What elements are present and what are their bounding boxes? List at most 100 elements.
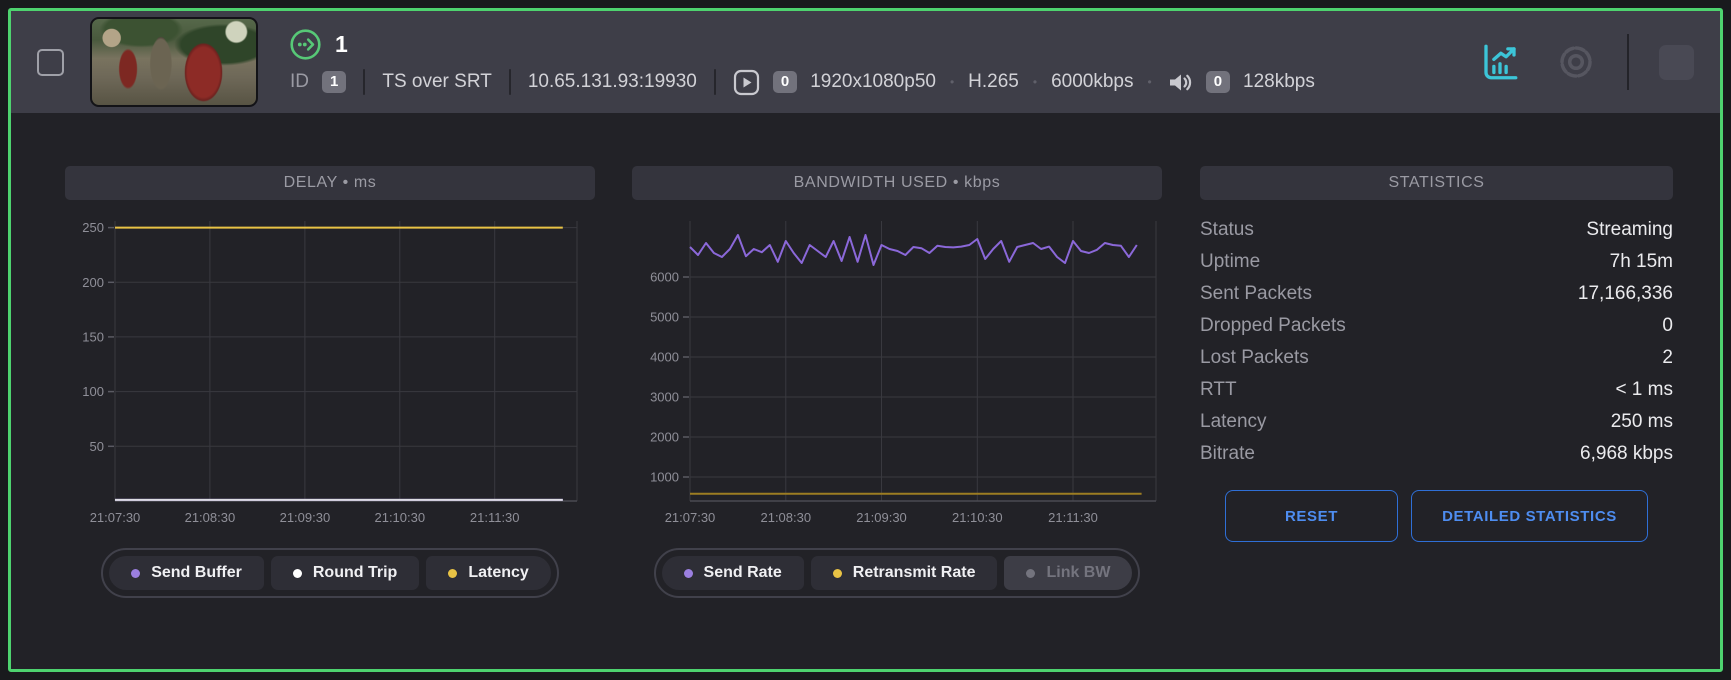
dot-separator: • <box>1147 75 1151 89</box>
stream-header: 1 ID 1 TS over SRT 10.65.131.93:19930 0 … <box>11 11 1720 113</box>
divider <box>714 69 716 95</box>
legend-label: Send Buffer <box>151 564 242 582</box>
legend-item-retransmit-rate[interactable]: Retransmit Rate <box>811 556 998 590</box>
svg-text:21:08:30: 21:08:30 <box>185 510 236 525</box>
stat-value: 7h 15m <box>1610 251 1673 273</box>
dot-separator: • <box>950 75 954 89</box>
svg-text:6000: 6000 <box>650 270 679 285</box>
delay-chart: 5010015020025021:07:3021:08:3021:09:3021… <box>65 206 595 538</box>
statistics-panel-title: STATISTICS <box>1200 166 1673 200</box>
stat-row-lost-packets: Lost Packets 2 <box>1200 342 1673 374</box>
statistics-panel: STATISTICS StatusStreamingUptime7h 15mSe… <box>1200 166 1673 542</box>
stat-row-bitrate: Bitrate 6,968 kbps <box>1200 438 1673 470</box>
legend-dot <box>293 569 302 578</box>
legend-dot <box>131 569 140 578</box>
reset-button[interactable]: RESET <box>1225 490 1398 542</box>
stat-value: < 1 ms <box>1615 379 1673 401</box>
divider <box>363 69 365 95</box>
stat-label: Status <box>1200 219 1254 241</box>
delay-legend: Send Buffer Round Trip Latency <box>101 548 559 598</box>
stream-number: 1 <box>335 31 348 58</box>
statistics-button[interactable] <box>1479 41 1521 83</box>
bandwidth-chart: 1000 2000 3000 4000 5000 6000 21:07:30 21:08:30… <box>632 206 1162 538</box>
detailed-statistics-button[interactable]: DETAILED STATISTICS <box>1411 490 1648 542</box>
svg-text:21:11:30: 21:11:30 <box>470 510 520 525</box>
dot-separator: • <box>1033 75 1037 89</box>
speaker-icon <box>1166 69 1193 96</box>
legend-item-send-rate[interactable]: Send Rate <box>662 556 804 590</box>
svg-text:250: 250 <box>82 220 104 235</box>
svg-text:21:09:30: 21:09:30 <box>856 510 907 525</box>
chart-icon <box>1479 41 1521 83</box>
svg-text:200: 200 <box>82 275 104 290</box>
stop-button[interactable] <box>1659 45 1694 80</box>
svg-text:3000: 3000 <box>650 390 679 405</box>
svg-text:21:10:30: 21:10:30 <box>952 510 1003 525</box>
svg-text:5000: 5000 <box>650 310 679 325</box>
legend-item-round-trip[interactable]: Round Trip <box>271 556 419 590</box>
statistics-rows: StatusStreamingUptime7h 15mSent Packets1… <box>1200 214 1673 470</box>
svg-text:21:08:30: 21:08:30 <box>760 510 811 525</box>
stat-row-sent-packets: Sent Packets17,166,336 <box>1200 278 1673 310</box>
legend-item-latency[interactable]: Latency <box>426 556 550 590</box>
protocol-label: TS over SRT <box>382 71 491 93</box>
stream-thumbnail[interactable] <box>90 17 258 107</box>
stat-value: 6,968 kbps <box>1580 443 1673 465</box>
stat-row-latency: Latency 250 ms <box>1200 406 1673 438</box>
stat-label: RTT <box>1200 379 1237 401</box>
stat-label: Lost Packets <box>1200 347 1309 369</box>
svg-text:2000: 2000 <box>650 430 679 445</box>
legend-dot <box>684 569 693 578</box>
svg-text:100: 100 <box>82 384 104 399</box>
legend-label: Latency <box>468 564 528 582</box>
delay-panel-title: DELAY • ms <box>65 166 595 200</box>
audio-pid-badge: 0 <box>1206 71 1230 93</box>
id-label: ID <box>290 71 309 93</box>
divider <box>1627 34 1629 90</box>
legend-label: Retransmit Rate <box>853 564 976 582</box>
gear-icon <box>1555 41 1597 83</box>
video-codec: H.265 <box>968 71 1019 93</box>
stat-value: 250 ms <box>1611 411 1673 433</box>
audio-bitrate: 128kbps <box>1243 71 1315 93</box>
bandwidth-panel: BANDWIDTH USED • kbps 1000 2000 3000 4000 50… <box>632 166 1162 598</box>
legend-dot <box>448 569 457 578</box>
statistics-buttons: RESET DETAILED STATISTICS <box>1200 490 1673 542</box>
svg-text:50: 50 <box>90 439 104 454</box>
play-icon <box>733 69 760 96</box>
legend-label: Send Rate <box>704 564 782 582</box>
divider <box>509 69 511 95</box>
legend-label: Round Trip <box>313 564 397 582</box>
video-bitrate: 6000kbps <box>1051 71 1133 93</box>
legend-dot <box>1026 569 1035 578</box>
stream-address: 10.65.131.93:19930 <box>528 71 697 93</box>
svg-text:1000: 1000 <box>650 470 679 485</box>
legend-label: Link BW <box>1046 564 1110 582</box>
svg-text:4000: 4000 <box>650 350 679 365</box>
stat-label: Latency <box>1200 411 1267 433</box>
stat-row-rtt: RTT < 1 ms <box>1200 374 1673 406</box>
settings-button[interactable] <box>1555 41 1597 83</box>
legend-item-link-bw[interactable]: Link BW <box>1004 556 1132 590</box>
stat-label: Bitrate <box>1200 443 1255 465</box>
id-badge: 1 <box>322 71 346 93</box>
svg-text:21:10:30: 21:10:30 <box>374 510 425 525</box>
bandwidth-panel-title: BANDWIDTH USED • kbps <box>632 166 1162 200</box>
delay-panel: DELAY • ms 5010015020025021:07:3021:08:3… <box>65 166 595 598</box>
stat-row-uptime: Uptime7h 15m <box>1200 246 1673 278</box>
stat-label: Dropped Packets <box>1200 315 1346 337</box>
select-checkbox[interactable] <box>37 49 64 76</box>
stat-value: 0 <box>1662 315 1673 337</box>
svg-text:21:11:30: 21:11:30 <box>1048 510 1098 525</box>
stat-row-status: StatusStreaming <box>1200 214 1673 246</box>
series-send-rate <box>690 235 1137 265</box>
stream-card: 1 ID 1 TS over SRT 10.65.131.93:19930 0 … <box>8 8 1723 672</box>
svg-text:21:07:30: 21:07:30 <box>665 510 716 525</box>
legend-item-send-buffer[interactable]: Send Buffer <box>109 556 264 590</box>
video-pid-badge: 0 <box>773 71 797 93</box>
video-resolution: 1920x1080p50 <box>810 71 936 93</box>
header-actions <box>1479 34 1694 90</box>
svg-text:21:07:30: 21:07:30 <box>90 510 141 525</box>
stat-row-dropped-packets: Dropped Packets 0 <box>1200 310 1673 342</box>
stat-value: 2 <box>1662 347 1673 369</box>
